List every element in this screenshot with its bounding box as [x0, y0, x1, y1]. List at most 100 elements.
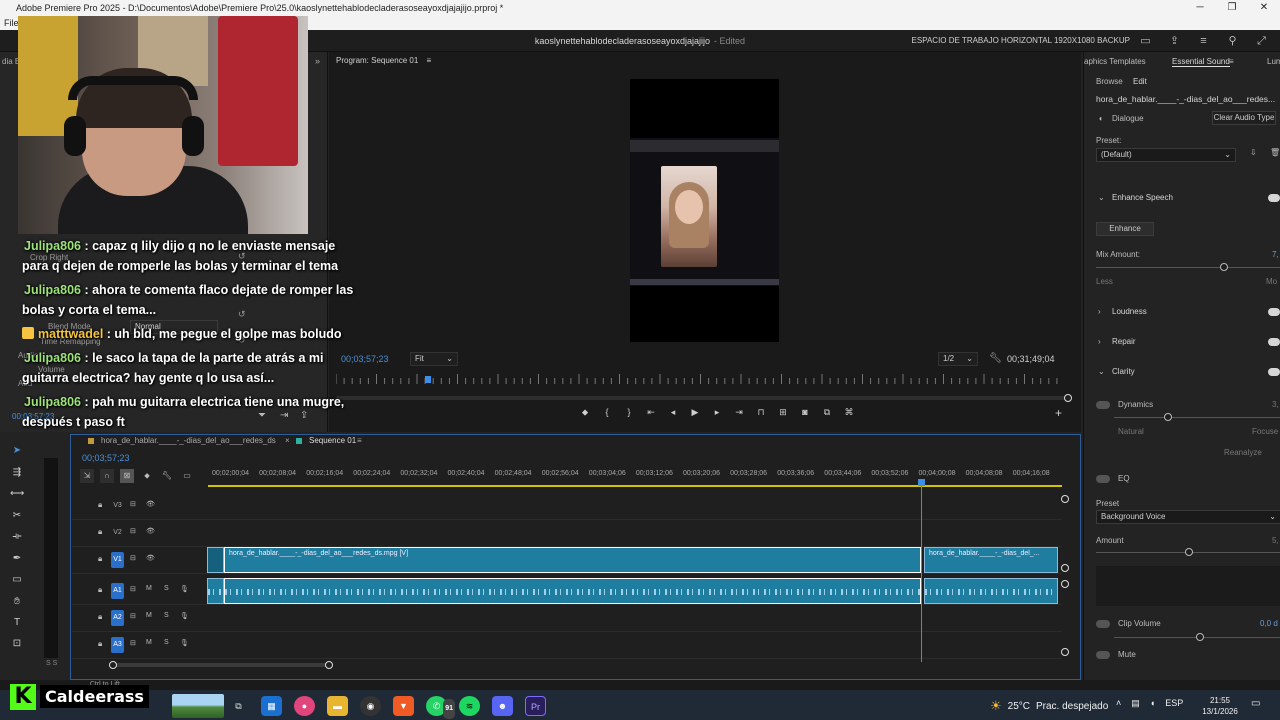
dynamics-toggle[interactable] [1096, 401, 1110, 409]
file-explorer-icon[interactable]: ▬ [327, 696, 348, 716]
clear-audio-type-button[interactable]: Clear Audio Type [1212, 111, 1276, 125]
clip-volume-value[interactable]: 0,0 d [1260, 619, 1278, 628]
chevron-down-icon[interactable]: ⌄ [1098, 367, 1105, 376]
vertical-scroll-handle[interactable] [1061, 564, 1069, 572]
track-name[interactable]: A3 [111, 637, 124, 653]
close-button[interactable]: ✕ [1248, 0, 1280, 16]
audio-clip[interactable] [924, 578, 1058, 604]
rectangle-tool-icon[interactable]: ▭ [10, 574, 24, 585]
track-header-a3[interactable]: 🔒︎ A3 ⊟ M S 🎙︎ [96, 632, 204, 658]
sync-lock-icon[interactable]: ⊟ [130, 585, 136, 593]
mix-amount-slider[interactable] [1096, 267, 1280, 268]
scroll-handle[interactable] [1064, 394, 1072, 402]
tab-essential-sound[interactable]: Essential Sound [1172, 57, 1230, 67]
lock-icon[interactable]: 🔒︎ [98, 500, 102, 510]
volume-icon[interactable]: ◖ [1150, 698, 1155, 709]
timeline-ruler[interactable]: 00;02;00;04 00;02;08;04 00;02;16;04 00;02;2… [208, 468, 1063, 486]
discord-icon[interactable]: ☻ [492, 696, 513, 716]
tab-lumetri[interactable]: Lum [1267, 57, 1280, 66]
workspace-selector[interactable]: ESPACIO DE TRABAJO HORIZONTAL 1920X1080 … [912, 30, 1130, 52]
reset-icon[interactable]: ↺ [238, 309, 246, 320]
sync-lock-icon[interactable]: ⊟ [130, 612, 136, 620]
premiere-icon[interactable]: Pr [525, 696, 546, 716]
clip-volume-handle[interactable] [1196, 633, 1204, 641]
video-clip[interactable]: hora_de_hablar.____-_-dias_del_... [924, 547, 1058, 573]
sync-lock-icon[interactable]: ⊟ [130, 554, 136, 562]
caption-tool-icon[interactable]: ⊡ [10, 638, 24, 649]
monitor-zoom-scrollbar[interactable] [336, 396, 1069, 400]
chevron-right-icon[interactable]: › [1098, 337, 1101, 346]
track-header-v3[interactable]: 🔒︎ V3 ⊟ 👁︎ [96, 493, 204, 519]
go-to-out-icon[interactable]: ⇥ [734, 407, 744, 418]
task-view-icon[interactable]: ⧉ [228, 696, 249, 716]
menu-icon[interactable]: ≡ [1195, 33, 1212, 49]
work-area-bar[interactable] [208, 485, 1062, 487]
compare-icon[interactable]: ⧉ [822, 407, 832, 418]
add-marker-icon[interactable]: ⬥ [140, 469, 154, 483]
zoom-level-select[interactable]: Fit ⌄ [410, 352, 458, 366]
eq-toggle[interactable] [1096, 475, 1110, 483]
amount-handle[interactable] [1185, 548, 1193, 556]
menu-file[interactable]: File [4, 18, 19, 28]
track-header-a1[interactable]: 🔒︎ A1 ⊟ M S 🎙︎ [96, 578, 204, 604]
panel-icon[interactable]: ▭ [1137, 33, 1154, 49]
timeline-horizontal-scrollbar[interactable] [113, 663, 333, 667]
tab-graphics-templates[interactable]: aphics Templates [1084, 57, 1146, 66]
repair-toggle[interactable] [1268, 338, 1280, 346]
amount-value[interactable]: 5, [1272, 536, 1279, 545]
voice-over-icon[interactable]: 🎙︎ [180, 585, 189, 593]
sync-lock-icon[interactable]: ⊟ [130, 500, 136, 508]
track-name[interactable]: V2 [111, 525, 124, 541]
mark-in-icon[interactable]: { [602, 407, 612, 418]
track-name[interactable]: V1 [111, 552, 124, 568]
step-forward-icon[interactable]: ▸ [712, 407, 722, 418]
program-monitor-tab[interactable]: Program: Sequence 01 ≡ [336, 56, 431, 65]
weather-widget[interactable]: ☀ 25°C Prac. despejado [990, 698, 1108, 714]
eye-icon[interactable]: 👁︎ [146, 500, 155, 508]
pen-tool-icon[interactable]: ✒ [10, 553, 24, 564]
scroll-handle-left[interactable] [109, 661, 117, 669]
chrome-icon[interactable]: ◉ [360, 696, 381, 716]
dynamics-value[interactable]: 3, [1272, 400, 1279, 409]
menu-icon[interactable]: ≡ [1229, 57, 1234, 66]
eq-preset-select[interactable]: Background Voice ⌄ [1096, 510, 1280, 524]
track-name[interactable]: A1 [111, 583, 124, 599]
close-icon[interactable]: × [285, 436, 290, 445]
lift-icon[interactable]: ⊓ [756, 407, 766, 418]
dynamics-slider[interactable] [1114, 417, 1280, 418]
panel-overflow-icon[interactable]: » [315, 56, 320, 66]
playhead-handle[interactable] [918, 479, 925, 486]
whatsapp-icon[interactable]: ✆ 91 [426, 696, 455, 719]
timeline-playhead[interactable] [921, 480, 922, 662]
vr-icon[interactable]: ⌘ [844, 407, 854, 418]
snap-icon[interactable]: ∩ [100, 469, 114, 483]
menu-icon[interactable]: ≡ [357, 436, 362, 445]
chevron-up-icon[interactable]: ˄ [1116, 698, 1121, 709]
eye-icon[interactable]: 👁︎ [146, 554, 155, 562]
loudness-toggle[interactable] [1268, 308, 1280, 316]
track-header-v2[interactable]: 🔒︎ V2 ⊟ 👁︎ [96, 520, 204, 546]
minimize-button[interactable]: ─ [1184, 0, 1216, 16]
sync-lock-icon[interactable]: ⊟ [130, 639, 136, 647]
search-highlight-image[interactable] [172, 694, 224, 718]
type-tool-icon[interactable]: T [10, 617, 24, 628]
play-icon[interactable]: ▶ [690, 407, 700, 418]
spotify-icon[interactable]: ≋ [459, 696, 480, 716]
tab-edit[interactable]: Edit [1133, 77, 1147, 86]
mute-track-button[interactable]: M [146, 585, 152, 592]
hand-tool-icon[interactable]: ✋︎ [10, 596, 24, 607]
delete-preset-icon[interactable]: 🗑︎ [1270, 148, 1280, 157]
chevron-down-icon[interactable]: ⌄ [1098, 193, 1105, 202]
sync-lock-icon[interactable]: ⊟ [130, 527, 136, 535]
audio-clip[interactable] [207, 578, 224, 604]
mix-amount-handle[interactable] [1220, 263, 1228, 271]
selection-tool-icon[interactable]: ➤ [10, 445, 24, 456]
camera-icon[interactable]: ◙ [800, 407, 810, 418]
monitor-playhead[interactable] [425, 376, 431, 383]
vertical-scroll-handle[interactable] [1061, 495, 1069, 503]
mark-out-icon[interactable]: } [624, 407, 634, 418]
linked-selection-icon[interactable]: ⊠ [120, 469, 134, 483]
ripple-edit-tool-icon[interactable]: ⟷ [10, 488, 24, 499]
solo-track-button[interactable]: S [164, 639, 169, 646]
track-name[interactable]: A2 [111, 610, 124, 626]
